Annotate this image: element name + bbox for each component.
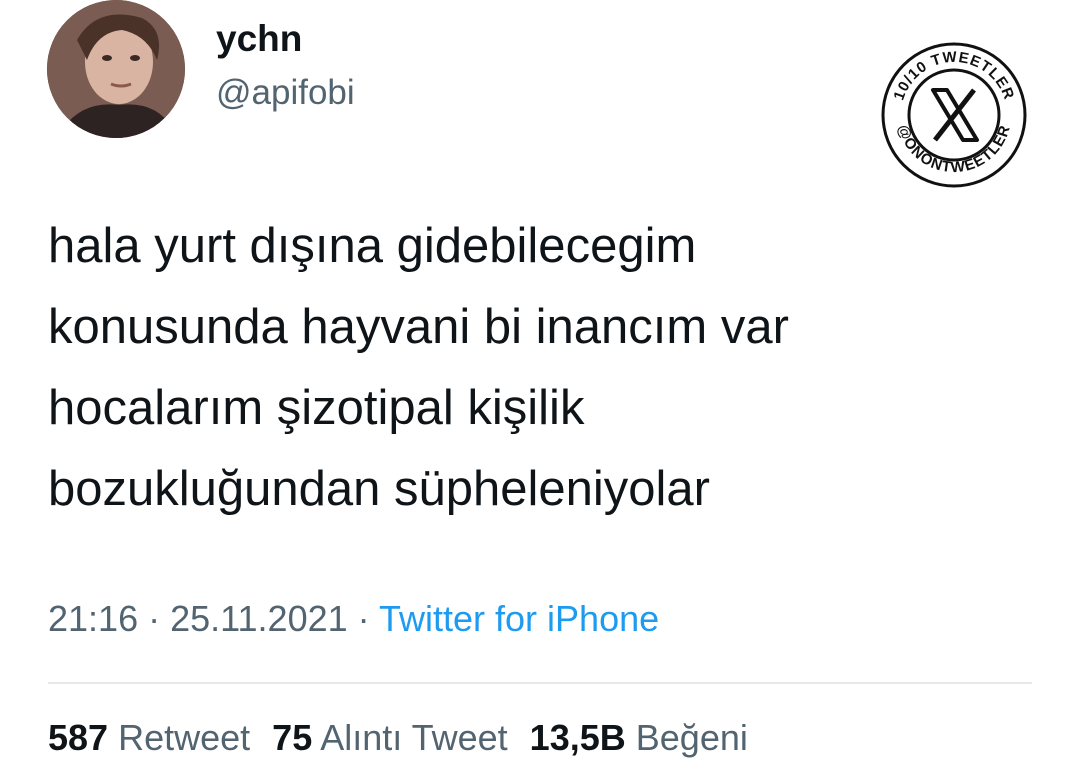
likes-label: Beğeni xyxy=(635,717,748,758)
display-name[interactable]: ychn xyxy=(216,18,302,60)
retweets-label: Retweet xyxy=(118,717,251,758)
tweet-line: hala yurt dışına gidebilecegim xyxy=(48,219,697,273)
divider xyxy=(48,682,1032,684)
meta-separator: · xyxy=(357,598,370,639)
retweets-stat[interactable]: 587 Retweet xyxy=(48,717,250,758)
quotes-label: Alıntı Tweet xyxy=(320,717,508,758)
tweet-line: hocalarım şizotipal kişilik xyxy=(48,381,585,435)
retweets-count: 587 xyxy=(48,717,109,758)
quotes-count: 75 xyxy=(272,717,313,758)
tweet-time[interactable]: 21:16 xyxy=(48,598,138,639)
engagement-stats: 587 Retweet 75 Alıntı Tweet 13,5B Beğeni xyxy=(48,717,748,759)
avatar[interactable] xyxy=(47,0,185,138)
tweet-text: hala yurt dışına gidebilecegim konusunda… xyxy=(48,206,1048,530)
tweet-line: bozukluğundan süpheleniyolar xyxy=(48,462,711,516)
meta-separator: · xyxy=(148,598,161,639)
avatar-image xyxy=(47,0,185,138)
tweet-date[interactable]: 25.11.2021 xyxy=(170,598,348,639)
tweet-source-link[interactable]: Twitter for iPhone xyxy=(379,598,659,639)
user-handle[interactable]: @apifobi xyxy=(216,73,355,113)
likes-count: 13,5B xyxy=(529,717,626,758)
watermark-badge: 10/10 TWEETLER @ONONTWEETLER xyxy=(881,42,1027,188)
tweet-metadata: 21:16 · 25.11.2021 · Twitter for iPhone xyxy=(48,598,659,640)
tweet-line: konusunda hayvani bi inancım var xyxy=(48,300,789,354)
quotes-stat[interactable]: 75 Alıntı Tweet xyxy=(272,717,508,758)
likes-stat[interactable]: 13,5B Beğeni xyxy=(530,717,748,758)
